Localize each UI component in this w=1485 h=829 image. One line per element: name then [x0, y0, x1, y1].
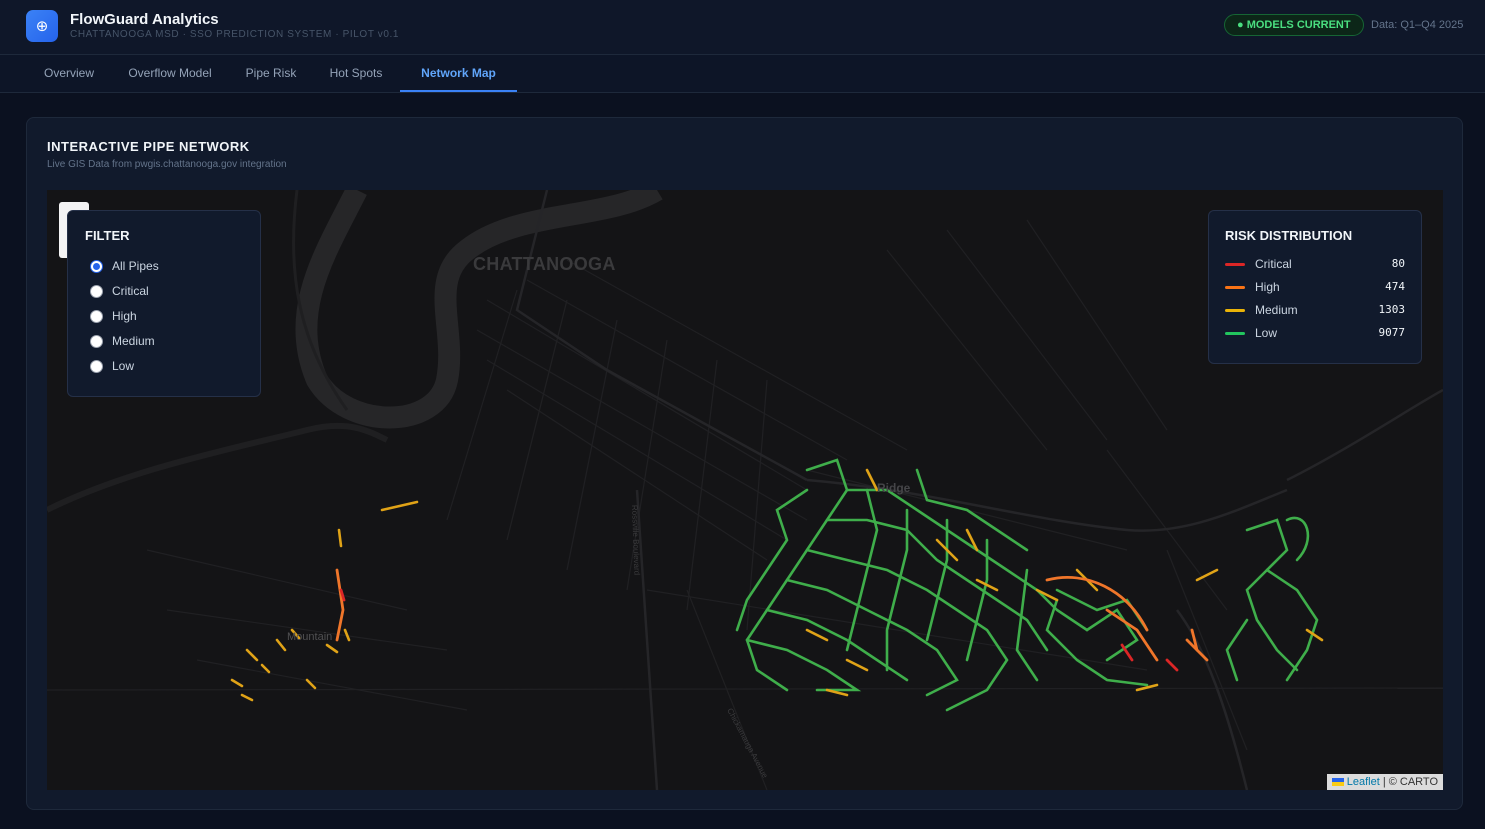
risk-label-critical: Critical: [1255, 257, 1292, 271]
filter-option-all-pipes[interactable]: All Pipes: [90, 257, 159, 275]
risk-label-low: Low: [1255, 326, 1278, 340]
tab-overview[interactable]: Overview: [26, 55, 112, 92]
map-label-ridge: Ridge: [877, 481, 911, 495]
tab-bar: Overview Overflow Model Pipe Risk Hot Sp…: [0, 55, 1485, 93]
risk-distribution-panel: RISK DISTRIBUTION Critical 80 High 474 M…: [1208, 210, 1422, 364]
critical-swatch: [1225, 263, 1245, 266]
network-map[interactable]: Ridge Mountain Rossville Boulevard Chick…: [47, 190, 1443, 790]
filter-label-medium: Medium: [112, 334, 155, 348]
tab-overflow-model[interactable]: Overflow Model: [114, 55, 226, 92]
tab-hot-spots[interactable]: Hot Spots: [316, 55, 396, 92]
radio-critical[interactable]: [90, 284, 103, 298]
risk-count-low: 9077: [1378, 326, 1406, 339]
pipe-network-card: INTERACTIVE PIPE NETWORK Live GIS Data f…: [26, 117, 1463, 810]
risk-row-medium: Medium 1303: [1225, 302, 1405, 318]
filter-label-high: High: [112, 309, 137, 323]
filter-label-critical: Critical: [112, 284, 149, 298]
risk-count-high: 474: [1385, 280, 1405, 293]
medium-swatch: [1225, 309, 1245, 312]
map-label-rossville-blvd: Rossville Boulevard: [630, 505, 641, 576]
app-subtitle: CHATTANOOGA MSD · SSO PREDICTION SYSTEM …: [70, 29, 400, 40]
radio-low[interactable]: [90, 359, 103, 373]
low-swatch: [1225, 332, 1245, 335]
risk-label-high: High: [1255, 280, 1280, 294]
status-badge: ● MODELS CURRENT: [1224, 14, 1364, 36]
carto-attribution: | © CARTO: [1379, 776, 1438, 788]
filter-title: FILTER: [85, 228, 130, 243]
data-range-label: Data: Q1–Q4 2025: [1371, 19, 1464, 31]
risk-count-medium: 1303: [1378, 303, 1406, 316]
ukraine-flag-icon: [1331, 778, 1344, 787]
card-title: INTERACTIVE PIPE NETWORK: [47, 139, 250, 154]
filter-option-medium[interactable]: Medium: [90, 332, 155, 350]
filter-option-low[interactable]: Low: [90, 357, 134, 375]
map-label-mountain: Mountain: [287, 631, 332, 643]
app-title: FlowGuard Analytics: [70, 11, 219, 28]
filter-panel: FILTER All Pipes Critical High Medium Lo…: [67, 210, 261, 397]
risk-row-low: Low 9077: [1225, 325, 1405, 341]
risk-row-high: High 474: [1225, 279, 1405, 295]
tab-network-map[interactable]: Network Map: [400, 55, 517, 92]
filter-label-all-pipes: All Pipes: [112, 259, 159, 273]
map-attribution: Leaflet | © CARTO: [1326, 774, 1443, 790]
filter-option-critical[interactable]: Critical: [90, 282, 149, 300]
leaflet-link[interactable]: Leaflet: [1347, 776, 1380, 788]
high-swatch: [1225, 286, 1245, 289]
app-header: ⊕ FlowGuard Analytics CHATTANOOGA MSD · …: [0, 0, 1485, 55]
target-icon: ⊕: [26, 10, 58, 42]
card-subtitle: Live GIS Data from pwgis.chattanooga.gov…: [47, 159, 287, 170]
risk-count-critical: 80: [1391, 257, 1405, 270]
radio-all-pipes[interactable]: [90, 259, 103, 273]
radio-medium[interactable]: [90, 334, 103, 348]
filter-label-low: Low: [112, 359, 135, 373]
map-label-chickamauga-ave: Chickamauga Avenue: [725, 707, 770, 780]
filter-option-high[interactable]: High: [90, 307, 137, 325]
tab-pipe-risk[interactable]: Pipe Risk: [233, 55, 309, 92]
risk-label-medium: Medium: [1255, 303, 1298, 317]
risk-row-critical: Critical 80: [1225, 256, 1405, 272]
radio-high[interactable]: [90, 309, 103, 323]
map-city-label: CHATTANOOGA: [473, 254, 616, 274]
risk-distribution-title: RISK DISTRIBUTION: [1225, 228, 1353, 243]
